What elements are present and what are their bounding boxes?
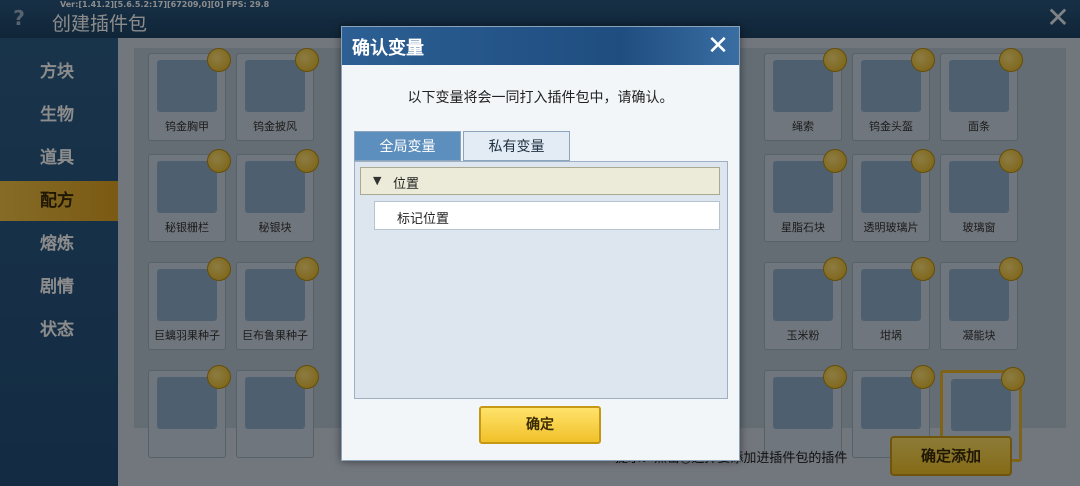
variable-list: ▼ 位置 标记位置 [354,161,728,399]
tab-global-variables[interactable]: 全局变量 [354,131,461,161]
tab-private-variables[interactable]: 私有变量 [463,131,570,161]
dialog-message: 以下变量将会一同打入插件包中，请确认。 [407,90,674,106]
variable-group[interactable]: ▼ 位置 [360,167,720,195]
dialog-header: 确认变量 ✕ [342,27,739,65]
group-label: 位置 [393,177,420,192]
confirm-button[interactable]: 确定 [479,406,601,444]
variable-label: 标记位置 [397,212,450,227]
variable-item[interactable]: 标记位置 [374,201,720,230]
triangle-down-icon: ▼ [373,174,382,187]
dialog-close-icon[interactable]: ✕ [704,32,732,60]
confirm-variables-dialog: 确认变量 ✕ 以下变量将会一同打入插件包中，请确认。 全局变量 私有变量 ▼ 位… [341,26,740,461]
dialog-title: 确认变量 [352,38,424,59]
